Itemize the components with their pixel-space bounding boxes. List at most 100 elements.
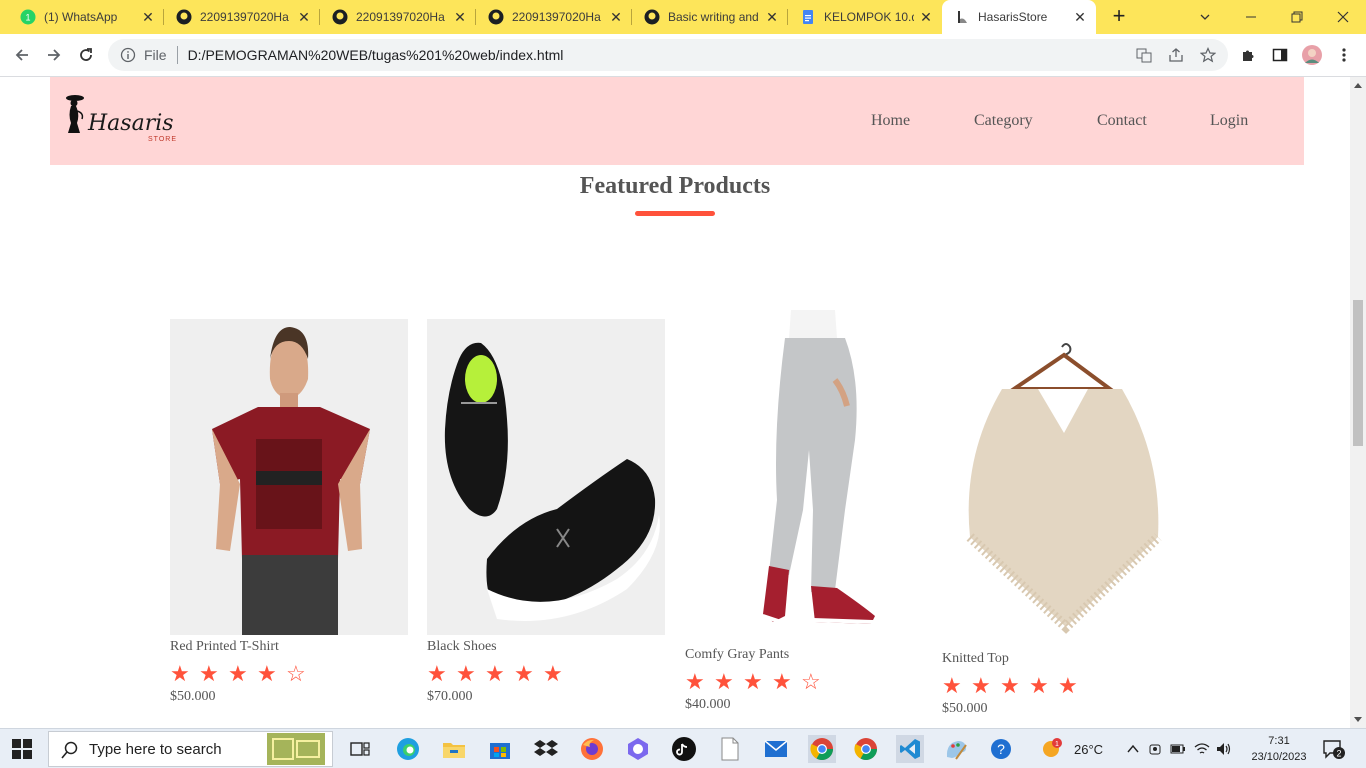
product-price: $70.000 [427,689,473,704]
chrome-profile-button[interactable] [852,735,880,763]
firefox-button[interactable] [578,735,606,763]
store-button[interactable] [486,735,514,763]
weather-widget[interactable]: 1 26°C [1040,729,1103,768]
mail-button[interactable] [762,735,790,763]
task-view-button[interactable] [346,735,374,763]
tab-google-docs[interactable]: KELOMPOK 10.d ✕ [788,0,942,34]
tab-github-2[interactable]: 22091397020Ha ✕ [320,0,476,34]
dropbox-button[interactable] [532,735,560,763]
volume-icon[interactable] [1216,742,1232,756]
star-filled-icon: ★ [170,661,190,686]
extensions-button[interactable] [1234,41,1262,69]
product-name[interactable]: Black Shoes [427,639,665,655]
profile-avatar[interactable] [1298,41,1326,69]
reload-button[interactable] [72,41,100,69]
task-view-icon [350,742,370,756]
back-button[interactable] [8,41,36,69]
star-filled-icon: ★ [456,661,476,686]
new-tab-button[interactable]: + [1105,5,1133,29]
product-card[interactable]: Comfy Gray Pants ★ ★ ★ ★ ☆ $40.000 [685,310,923,713]
scroll-up-icon[interactable] [1354,83,1362,88]
docs-icon [800,9,816,25]
side-panel-button[interactable] [1266,41,1294,69]
browser-tab-strip: 1 (1) WhatsApp ✕ 22091397020Ha ✕ 2209139… [0,0,1366,34]
chrome-icon [810,738,833,760]
product-name[interactable]: Knitted Top [942,651,1180,667]
restore-button[interactable] [1274,0,1320,34]
product-image[interactable] [170,319,408,635]
chevron-up-icon[interactable] [1126,742,1140,756]
file-explorer-button[interactable] [440,735,468,763]
share-button[interactable] [1162,39,1190,71]
bookmark-button[interactable] [1194,39,1222,71]
help-button[interactable]: ? [988,735,1016,763]
wifi-icon[interactable] [1194,742,1210,756]
tab-github-4[interactable]: Basic writing and ✕ [632,0,788,34]
tab-whatsapp[interactable]: 1 (1) WhatsApp ✕ [8,0,164,34]
scheme-label: File [144,47,167,63]
star-filled-icon: ★ [1058,673,1078,698]
close-icon[interactable]: ✕ [140,9,156,25]
product-card[interactable]: Red Printed T-Shirt ★ ★ ★ ★ ☆ $50.000 [170,319,408,705]
tab-hasaris-store[interactable]: HasarisStore ✕ [942,0,1096,34]
product-card[interactable]: Black Shoes ★ ★ ★ ★ ★ $70.000 [427,319,665,705]
close-icon[interactable]: ✕ [764,9,780,25]
tiktok-button[interactable] [670,735,698,763]
rating-stars: ★ ★ ★ ★ ☆ [170,663,408,685]
minimize-button[interactable] [1228,0,1274,34]
site-logo[interactable]: Hasaris STORE [64,93,177,145]
address-bar[interactable]: File D:/PEMOGRAMAN%20WEB/tugas%201%20web… [108,39,1228,71]
product-image[interactable] [942,337,1180,647]
taskbar-search-box[interactable]: Type here to search [48,731,333,767]
app-button[interactable] [624,735,652,763]
product-image[interactable] [685,310,923,643]
close-icon[interactable]: ✕ [296,9,312,25]
product-name[interactable]: Comfy Gray Pants [685,647,923,663]
chrome-button[interactable] [808,735,836,763]
vscode-button[interactable] [896,735,924,763]
battery-icon[interactable] [1170,743,1186,755]
scrollbar-thumb[interactable] [1353,300,1363,446]
url-text[interactable]: D:/PEMOGRAMAN%20WEB/tugas%201%20web/inde… [188,47,564,63]
tab-search-button[interactable] [1182,0,1228,34]
mail-icon [764,740,788,757]
search-icon [61,741,78,759]
edge-button[interactable] [394,735,422,763]
product-name[interactable]: Red Printed T-Shirt [170,639,408,655]
tab-github-3[interactable]: 22091397020Ha ✕ [476,0,632,34]
page-scrollbar[interactable] [1350,77,1366,728]
forward-button[interactable] [40,41,68,69]
github-icon [488,9,504,25]
notification-center-button[interactable]: 2 [1322,729,1346,768]
product-image[interactable] [427,319,665,635]
product-card[interactable]: Knitted Top ★ ★ ★ ★ ★ $50.000 [942,337,1180,717]
close-icon[interactable]: ✕ [452,9,468,25]
windows-taskbar: Type here to search ? 1 26°C 7:31 23/10/… [0,728,1366,768]
star-filled-icon: ★ [543,661,563,686]
browser-menu-button[interactable] [1330,41,1358,69]
page-viewport: Hasaris STORE Home Category Contact Logi… [0,77,1350,728]
product-price: $40.000 [685,697,731,712]
close-window-button[interactable] [1320,0,1366,34]
black-shoes-image [427,319,665,635]
weather-icon: 1 [1043,738,1062,757]
paint-button[interactable] [942,735,970,763]
logo-subtext: STORE [148,136,177,143]
svg-text:2: 2 [1336,749,1341,759]
nav-category[interactable]: Category [974,112,1033,130]
meet-now-icon[interactable] [1148,742,1162,756]
taskbar-clock[interactable]: 7:31 23/10/2023 [1250,733,1308,765]
restore-icon [1291,11,1303,23]
nav-home[interactable]: Home [871,112,910,130]
nav-login[interactable]: Login [1210,112,1248,130]
close-icon[interactable]: ✕ [918,9,934,25]
close-icon[interactable]: ✕ [608,9,624,25]
reload-icon [80,48,92,61]
close-icon[interactable]: ✕ [1072,9,1088,25]
translate-button[interactable] [1130,39,1158,71]
scroll-down-icon[interactable] [1354,717,1362,722]
nav-contact[interactable]: Contact [1097,112,1147,130]
tab-github-1[interactable]: 22091397020Ha ✕ [164,0,320,34]
notepad-button[interactable] [716,735,744,763]
windows-start-icon[interactable] [12,739,32,759]
